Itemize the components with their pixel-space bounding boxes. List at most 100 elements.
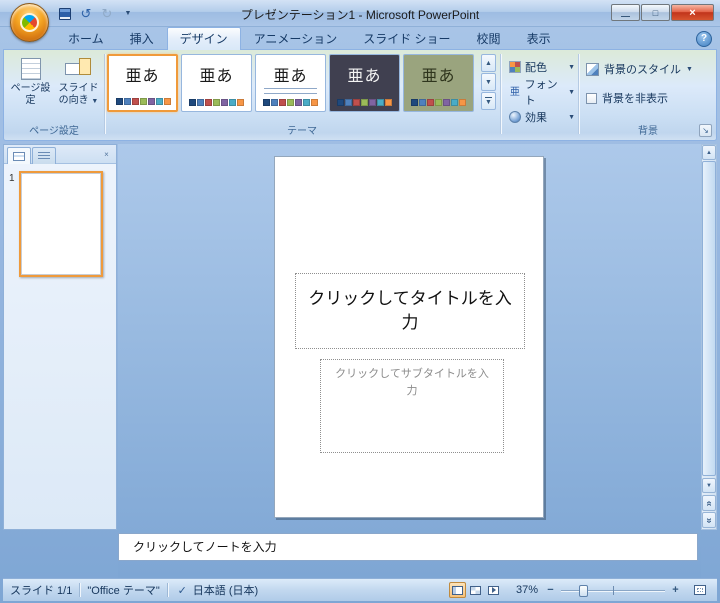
theme-effects-label: 効果 xyxy=(525,112,547,124)
theme-lines-decoration xyxy=(264,88,317,94)
zoom-slider-thumb[interactable] xyxy=(579,584,588,597)
tab-insert[interactable]: 挿入 xyxy=(117,27,167,50)
chevron-down-icon: ▼ xyxy=(686,65,693,73)
save-button[interactable] xyxy=(56,5,74,23)
down-arrow-icon: ▼ xyxy=(485,98,492,106)
theme-thumbnail-1[interactable]: 亜あ xyxy=(107,54,178,112)
spelling-status-icon[interactable]: ✓ xyxy=(175,584,190,597)
double-down-chevron-icon: » xyxy=(703,517,715,523)
maximize-button[interactable]: □ xyxy=(641,4,670,21)
view-shortcuts xyxy=(449,582,502,598)
theme-fonts-button[interactable]: 亜 フォント ▼ xyxy=(507,79,577,107)
help-button[interactable]: ? xyxy=(696,31,712,47)
group-label-themes: テーマ xyxy=(287,126,317,137)
zoom-slider[interactable] xyxy=(561,583,665,598)
group-themes: 亜あ 亜あ 亜あ 亜あ 亜あ ▲ ▼ ▼ テーマ xyxy=(104,50,500,140)
theme-thumbnail-3[interactable]: 亜あ xyxy=(255,54,326,112)
slide-sorter-button[interactable] xyxy=(467,582,484,598)
window-controls: — □ × xyxy=(610,4,714,21)
slideshow-icon xyxy=(488,585,499,595)
office-button[interactable] xyxy=(10,3,49,42)
themes-gallery: 亜あ 亜あ 亜あ 亜あ 亜あ xyxy=(107,54,474,112)
slide-number: 1 xyxy=(9,173,15,184)
previous-slide-button[interactable]: « xyxy=(702,495,716,511)
group-background: 背景のスタイル ▼ 背景を非表示 背景 ↘ xyxy=(580,50,716,140)
minimize-button[interactable]: — xyxy=(611,4,640,21)
close-icon: × xyxy=(689,6,696,19)
theme-thumbnail-5[interactable]: 亜あ xyxy=(403,54,474,112)
theme-thumbnail-4[interactable]: 亜あ xyxy=(329,54,400,112)
outline-tab-icon xyxy=(38,151,50,161)
tab-design[interactable]: デザイン xyxy=(166,27,241,50)
zoom-percentage[interactable]: 37% xyxy=(510,584,538,596)
vertical-scrollbar[interactable]: ▲ ▼ « » xyxy=(701,144,717,530)
tab-home[interactable]: ホーム xyxy=(55,27,117,50)
theme-effects-button[interactable]: 効果 ▼ xyxy=(507,106,577,128)
normal-view-button[interactable] xyxy=(449,582,466,598)
undo-button[interactable]: ↺ xyxy=(77,5,95,23)
theme-colors-button[interactable]: 配色 ▼ xyxy=(507,56,577,78)
title-placeholder[interactable]: クリックしてタイトルを入力 xyxy=(295,273,525,349)
tab-outline[interactable] xyxy=(32,147,56,164)
scroll-down-button[interactable]: ▼ xyxy=(702,478,716,493)
themes-scroll-down-button[interactable]: ▼ xyxy=(481,73,496,91)
office-logo-icon xyxy=(16,9,43,36)
slide-editor: クリックしてタイトルを入力 クリックしてサブタイトルを入力 xyxy=(118,144,701,578)
themes-scroll-up-button[interactable]: ▲ xyxy=(481,54,496,72)
theme-sample-text: 亜あ xyxy=(421,68,456,85)
qat-customize-button[interactable]: ▼ xyxy=(119,5,137,23)
status-separator xyxy=(79,583,81,597)
ribbon-tab-bar: ホーム 挿入 デザイン アニメーション スライド ショー 校閲 表示 xyxy=(3,27,717,50)
theme-sample-text: 亜あ xyxy=(199,68,234,85)
scrollbar-thumb[interactable] xyxy=(702,161,716,476)
checkbox-icon xyxy=(586,92,597,104)
fit-to-window-button[interactable] xyxy=(690,582,710,598)
zoom-out-button[interactable]: − xyxy=(544,584,557,596)
tab-slideshow[interactable]: スライド ショー xyxy=(350,27,463,50)
tab-view[interactable]: 表示 xyxy=(514,27,564,50)
close-pane-button[interactable]: × xyxy=(100,148,113,161)
subtitle-placeholder[interactable]: クリックしてサブタイトルを入力 xyxy=(320,359,504,453)
language-indicator[interactable]: 日本語 (日本) xyxy=(193,582,258,598)
background-styles-button[interactable]: 背景のスタイル ▼ xyxy=(586,58,712,80)
themes-more-button[interactable]: ▼ xyxy=(481,92,496,110)
powerpoint-window: ↺ ↻ ▼ プレゼンテーション1 - Microsoft PowerPoint … xyxy=(0,0,720,603)
double-up-chevron-icon: « xyxy=(703,500,715,506)
theme-fonts-label: フォント xyxy=(524,79,558,107)
hide-background-checkbox[interactable]: 背景を非表示 xyxy=(586,87,712,109)
slide-orientation-button[interactable]: スライドの向き ▼ xyxy=(55,54,102,116)
redo-button[interactable]: ↻ xyxy=(98,5,116,23)
tab-slides-thumbnails[interactable] xyxy=(7,147,31,164)
fit-to-window-icon xyxy=(694,585,706,595)
save-icon xyxy=(59,7,71,20)
zoom-in-button[interactable]: + xyxy=(669,584,682,596)
slideshow-button[interactable] xyxy=(485,582,502,598)
status-bar: スライド 1/1 "Office テーマ" ✓ 日本語 (日本) 37% − + xyxy=(3,578,717,601)
notes-pane[interactable]: クリックしてノートを入力 xyxy=(118,533,698,561)
close-button[interactable]: × xyxy=(671,4,714,21)
slide-thumbnail[interactable] xyxy=(19,171,103,277)
page-setup-button[interactable]: ページ設定 xyxy=(7,54,54,116)
theme-sample-text: 亜あ xyxy=(347,68,382,85)
undo-icon: ↺ xyxy=(80,5,92,21)
group-theme-tools: 配色 ▼ 亜 フォント ▼ 効果 ▼ xyxy=(502,50,578,140)
redo-icon: ↻ xyxy=(101,5,113,21)
tab-review[interactable]: 校閲 xyxy=(464,27,514,50)
hide-background-label: 背景を非表示 xyxy=(602,93,668,105)
group-label-page-setup: ページ設定 xyxy=(29,126,79,137)
theme-colors-label: 配色 xyxy=(525,62,547,74)
theme-color-swatches xyxy=(116,98,171,105)
quick-access-toolbar: ↺ ↻ ▼ xyxy=(56,4,137,23)
titlebar[interactable]: ↺ ↻ ▼ プレゼンテーション1 - Microsoft PowerPoint … xyxy=(0,0,720,42)
background-dialog-launcher[interactable]: ↘ xyxy=(699,124,712,137)
next-slide-button[interactable]: » xyxy=(702,512,716,528)
minimize-icon: — xyxy=(621,10,630,21)
theme-fonts-icon: 亜 xyxy=(509,86,520,98)
theme-colors-icon xyxy=(509,61,521,73)
theme-color-swatches xyxy=(263,99,318,106)
slide-canvas[interactable]: クリックしてタイトルを入力 クリックしてサブタイトルを入力 xyxy=(274,156,544,518)
theme-thumbnail-2[interactable]: 亜あ xyxy=(181,54,252,112)
group-page-setup: ページ設定 スライドの向き ▼ ページ設定 xyxy=(4,50,104,140)
tab-animations[interactable]: アニメーション xyxy=(241,27,351,50)
scroll-up-button[interactable]: ▲ xyxy=(702,145,716,160)
